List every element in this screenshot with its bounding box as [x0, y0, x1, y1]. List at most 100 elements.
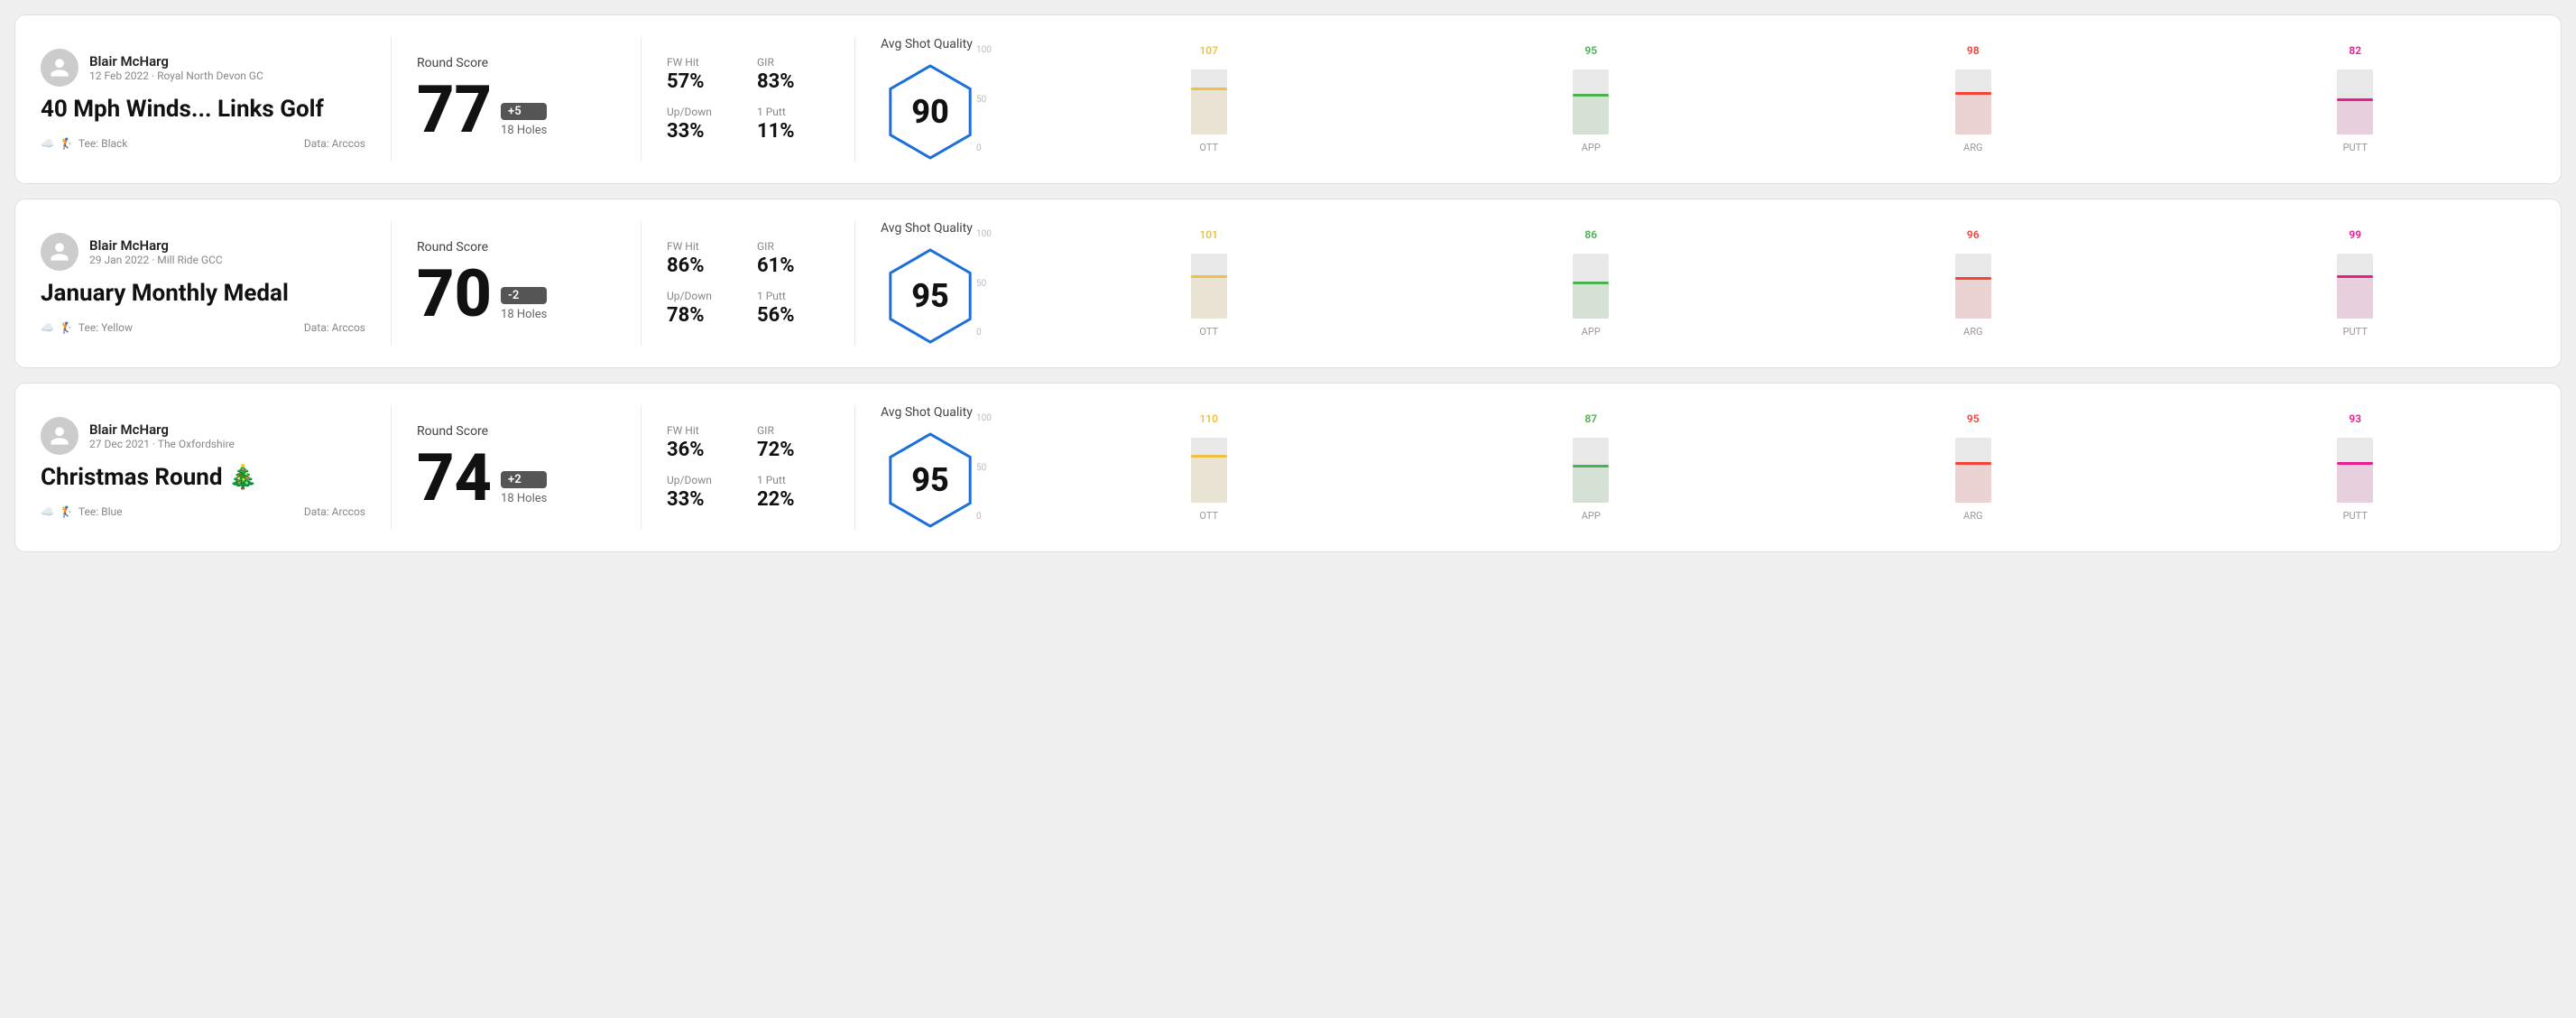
- golf-icon: 🏌: [60, 137, 73, 150]
- user-meta: 12 Feb 2022 · Royal North Devon GC: [89, 69, 263, 82]
- quality-left: Avg Shot Quality 90: [881, 37, 980, 162]
- fw-hit-value: 36%: [667, 439, 739, 461]
- chart-column-putt: 99 PUTT: [2175, 228, 2536, 338]
- chart-column-app: 86 APP: [1411, 228, 1772, 338]
- chart-x-label: OTT: [1199, 326, 1218, 338]
- user-row: Blair McHarg 29 Jan 2022 · Mill Ride GCC: [41, 233, 365, 271]
- fw-hit-stat: FW Hit 86%: [667, 240, 739, 277]
- oneputt-value: 11%: [757, 120, 829, 143]
- avatar: [41, 49, 78, 87]
- gir-label: GIR: [757, 424, 829, 437]
- tee-label: Tee: Yellow: [78, 321, 133, 334]
- chart-top-value: 95: [1584, 44, 1597, 57]
- chart-x-label: OTT: [1199, 142, 1218, 153]
- score-badge-col: -2 18 Holes: [501, 287, 547, 327]
- gir-value: 72%: [757, 439, 829, 461]
- fw-hit-label: FW Hit: [667, 56, 739, 69]
- divider2: [641, 405, 642, 530]
- gir-stat: GIR 83%: [757, 56, 829, 93]
- chart-x-label: PUTT: [2343, 142, 2368, 153]
- round-score-label: Round Score: [417, 240, 615, 255]
- user-row: Blair McHarg 12 Feb 2022 · Royal North D…: [41, 49, 365, 87]
- stats-grid: FW Hit 36% GIR 72% Up/Down 33% 1 Putt 22…: [667, 424, 829, 511]
- chart-column-arg: 95 ARG: [1793, 412, 2154, 522]
- chart-top-value: 101: [1199, 228, 1218, 241]
- weather-icon: ☁️: [41, 505, 54, 518]
- divider3: [854, 221, 855, 346]
- round-card-0: Blair McHarg 12 Feb 2022 · Royal North D…: [14, 14, 2562, 184]
- updown-label: Up/Down: [667, 106, 739, 118]
- round-title: 40 Mph Winds... Links Golf: [41, 96, 365, 123]
- user-icon: [49, 425, 70, 447]
- chart-x-label: PUTT: [2343, 510, 2368, 522]
- gir-label: GIR: [757, 240, 829, 253]
- chart-top-value: 99: [2349, 228, 2361, 241]
- chart-column-putt: 82 PUTT: [2175, 44, 2536, 153]
- fw-hit-label: FW Hit: [667, 240, 739, 253]
- updown-label: Up/Down: [667, 290, 739, 302]
- round-score-label: Round Score: [417, 56, 615, 70]
- chart-x-label: APP: [1582, 510, 1601, 522]
- chart-top-value: 107: [1199, 44, 1218, 57]
- score-row: 77 +5 18 Holes: [417, 78, 615, 143]
- oneputt-stat: 1 Putt 22%: [757, 474, 829, 511]
- chart-y-axis: 100500: [976, 45, 992, 153]
- quality-score: 90: [911, 93, 949, 131]
- chart-column-arg: 96 ARG: [1793, 228, 2154, 338]
- quality-score: 95: [911, 277, 949, 315]
- updown-value: 33%: [667, 120, 739, 143]
- score-section: Round Score 74 +2 18 Holes: [417, 424, 615, 511]
- chart-x-label: ARG: [1963, 326, 1982, 338]
- user-meta: 27 Dec 2021 · The Oxfordshire: [89, 438, 235, 450]
- updown-stat: Up/Down 33%: [667, 106, 739, 143]
- fw-hit-label: FW Hit: [667, 424, 739, 437]
- quality-label: Avg Shot Quality: [881, 37, 980, 51]
- updown-stat: Up/Down 33%: [667, 474, 739, 511]
- chart-x-label: APP: [1582, 142, 1601, 153]
- weather-icon: ☁️: [41, 321, 54, 334]
- stats-grid: FW Hit 57% GIR 83% Up/Down 33% 1 Putt 11…: [667, 56, 829, 143]
- divider2: [641, 37, 642, 162]
- golf-icon: 🏌: [60, 505, 73, 518]
- user-info: Blair McHarg 12 Feb 2022 · Royal North D…: [89, 53, 263, 82]
- chart-area: 100500 101 OTT 86: [1002, 229, 2535, 338]
- score-number: 70: [417, 262, 492, 327]
- user-info: Blair McHarg 29 Jan 2022 · Mill Ride GCC: [89, 237, 223, 266]
- quality-score: 95: [911, 461, 949, 499]
- oneputt-label: 1 Putt: [757, 290, 829, 302]
- divider2: [641, 221, 642, 346]
- divider3: [854, 405, 855, 530]
- chart-bars: 101 OTT 86 APP: [1029, 229, 2535, 338]
- chart-column-ott: 110 OTT: [1029, 412, 1390, 522]
- score-badge-col: +5 18 Holes: [501, 103, 547, 143]
- chart-x-label: ARG: [1963, 510, 1982, 522]
- tee-label: Tee: Blue: [78, 505, 123, 518]
- chart-x-label: ARG: [1963, 142, 1982, 153]
- tee-info: ☁️ 🏌 Tee: Blue: [41, 505, 122, 518]
- data-source: Data: Arccos: [304, 505, 365, 518]
- gir-value: 61%: [757, 255, 829, 277]
- stats-grid: FW Hit 86% GIR 61% Up/Down 78% 1 Putt 56…: [667, 240, 829, 327]
- gir-label: GIR: [757, 56, 829, 69]
- score-row: 74 +2 18 Holes: [417, 446, 615, 511]
- score-badge-col: +2 18 Holes: [501, 471, 547, 511]
- weather-icon: ☁️: [41, 137, 54, 150]
- oneputt-label: 1 Putt: [757, 106, 829, 118]
- chart-y-axis: 100500: [976, 229, 992, 338]
- round-title: January Monthly Medal: [41, 280, 365, 307]
- fw-hit-stat: FW Hit 57%: [667, 56, 739, 93]
- divider: [391, 37, 392, 162]
- quality-label: Avg Shot Quality: [881, 221, 980, 236]
- updown-value: 78%: [667, 304, 739, 327]
- chart-column-app: 95 APP: [1411, 44, 1772, 153]
- chart-x-label: OTT: [1199, 510, 1218, 522]
- round-score-label: Round Score: [417, 424, 615, 439]
- chart-column-putt: 93 PUTT: [2175, 412, 2536, 522]
- updown-label: Up/Down: [667, 474, 739, 486]
- user-icon: [49, 241, 70, 263]
- oneputt-value: 22%: [757, 488, 829, 511]
- score-badge: +2: [501, 471, 547, 488]
- score-section: Round Score 77 +5 18 Holes: [417, 56, 615, 143]
- updown-value: 33%: [667, 488, 739, 511]
- stats-section: FW Hit 86% GIR 61% Up/Down 78% 1 Putt 56…: [667, 240, 829, 327]
